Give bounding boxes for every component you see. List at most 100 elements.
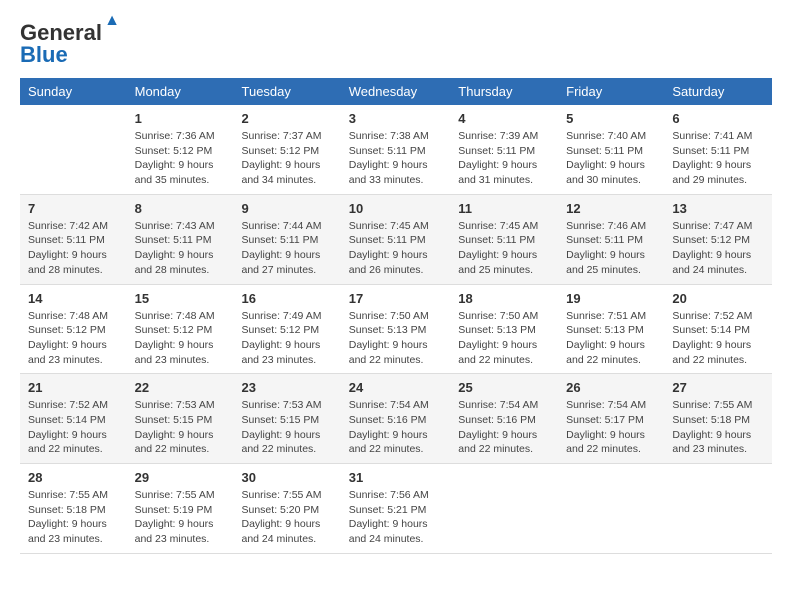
day-info: Sunrise: 7:51 AMSunset: 5:13 PMDaylight:… (566, 309, 656, 368)
calendar-cell: 31Sunrise: 7:56 AMSunset: 5:21 PMDayligh… (341, 464, 451, 554)
day-number: 17 (349, 291, 443, 306)
day-number: 13 (672, 201, 764, 216)
calendar-cell: 3 Sunrise: 7:38 AMSunset: 5:11 PMDaylight… (341, 105, 451, 194)
calendar-cell: 8 Sunrise: 7:43 AMSunset: 5:11 PMDaylight… (127, 194, 234, 284)
calendar-cell: 1Sunrise: 7:36 AMSunset: 5:12 PMDaylight… (127, 105, 234, 194)
day-info: Sunrise: 7:50 AMSunset: 5:13 PMDaylight:… (458, 309, 550, 368)
weekday-header: Wednesday (341, 78, 451, 105)
day-number: 24 (349, 380, 443, 395)
day-info: Sunrise: 7:52 AMSunset: 5:14 PMDaylight:… (672, 309, 764, 368)
day-number: 20 (672, 291, 764, 306)
day-number: 6 (672, 111, 764, 126)
weekday-header: Saturday (664, 78, 772, 105)
calendar-cell: 24 Sunrise: 7:54 AMSunset: 5:16 PMDayligh… (341, 374, 451, 464)
calendar-cell: 28 Sunrise: 7:55 AMSunset: 5:18 PMDayligh… (20, 464, 127, 554)
day-number: 26 (566, 380, 656, 395)
day-number: 21 (28, 380, 119, 395)
calendar-table: SundayMondayTuesdayWednesdayThursdayFrid… (20, 78, 772, 554)
calendar-cell: 16Sunrise: 7:49 AMSunset: 5:12 PMDayligh… (234, 284, 341, 374)
day-info: Sunrise: 7:47 AMSunset: 5:12 PMDaylight:… (672, 219, 764, 278)
calendar-cell: 19 Sunrise: 7:51 AMSunset: 5:13 PMDayligh… (558, 284, 664, 374)
day-number: 22 (135, 380, 226, 395)
day-info: Sunrise: 7:53 AMSunset: 5:15 PMDaylight:… (135, 398, 226, 457)
day-number: 2 (242, 111, 333, 126)
calendar-header-row: SundayMondayTuesdayWednesdayThursdayFrid… (20, 78, 772, 105)
calendar-cell: 30 Sunrise: 7:55 AMSunset: 5:20 PMDayligh… (234, 464, 341, 554)
day-info: Sunrise: 7:53 AMSunset: 5:15 PMDaylight:… (242, 398, 333, 457)
day-number: 23 (242, 380, 333, 395)
day-number: 25 (458, 380, 550, 395)
day-info: Sunrise: 7:42 AMSunset: 5:11 PMDaylight:… (28, 219, 119, 278)
logo-general: General (20, 20, 102, 45)
logo-bird-icon: ▲ (104, 12, 120, 30)
day-info: Sunrise: 7:45 AMSunset: 5:11 PMDaylight:… (458, 219, 550, 278)
day-number: 5 (566, 111, 656, 126)
calendar-cell: 15Sunrise: 7:48 AMSunset: 5:12 PMDayligh… (127, 284, 234, 374)
day-number: 7 (28, 201, 119, 216)
calendar-week-row: 7 Sunrise: 7:42 AMSunset: 5:11 PMDaylight… (20, 194, 772, 284)
calendar-cell: 5Sunrise: 7:40 AMSunset: 5:11 PMDaylight… (558, 105, 664, 194)
weekday-header: Thursday (450, 78, 558, 105)
calendar-cell: 14Sunrise: 7:48 AMSunset: 5:12 PMDayligh… (20, 284, 127, 374)
calendar-week-row: 21Sunrise: 7:52 AMSunset: 5:14 PMDayligh… (20, 374, 772, 464)
day-number: 27 (672, 380, 764, 395)
calendar-cell: 17 Sunrise: 7:50 AMSunset: 5:13 PMDayligh… (341, 284, 451, 374)
day-info: Sunrise: 7:37 AMSunset: 5:12 PMDaylight:… (242, 129, 333, 188)
weekday-header: Friday (558, 78, 664, 105)
calendar-cell: 10 Sunrise: 7:45 AMSunset: 5:11 PMDayligh… (341, 194, 451, 284)
day-info: Sunrise: 7:48 AMSunset: 5:12 PMDaylight:… (28, 309, 119, 368)
logo: General ▲ Blue (20, 20, 102, 68)
day-info: Sunrise: 7:44 AMSunset: 5:11 PMDaylight:… (242, 219, 333, 278)
calendar-cell: 23 Sunrise: 7:53 AMSunset: 5:15 PMDayligh… (234, 374, 341, 464)
day-info: Sunrise: 7:55 AMSunset: 5:18 PMDaylight:… (672, 398, 764, 457)
calendar-cell: 2 Sunrise: 7:37 AMSunset: 5:12 PMDaylight… (234, 105, 341, 194)
calendar-cell (450, 464, 558, 554)
day-number: 28 (28, 470, 119, 485)
day-info: Sunrise: 7:48 AMSunset: 5:12 PMDaylight:… (135, 309, 226, 368)
calendar-cell: 18Sunrise: 7:50 AMSunset: 5:13 PMDayligh… (450, 284, 558, 374)
day-info: Sunrise: 7:36 AMSunset: 5:12 PMDaylight:… (135, 129, 226, 188)
day-number: 11 (458, 201, 550, 216)
calendar-cell: 26 Sunrise: 7:54 AMSunset: 5:17 PMDayligh… (558, 374, 664, 464)
day-info: Sunrise: 7:50 AMSunset: 5:13 PMDaylight:… (349, 309, 443, 368)
calendar-cell: 11 Sunrise: 7:45 AMSunset: 5:11 PMDayligh… (450, 194, 558, 284)
day-info: Sunrise: 7:55 AMSunset: 5:18 PMDaylight:… (28, 488, 119, 547)
day-number: 3 (349, 111, 443, 126)
calendar-cell: 22 Sunrise: 7:53 AMSunset: 5:15 PMDayligh… (127, 374, 234, 464)
calendar-cell: 6Sunrise: 7:41 AMSunset: 5:11 PMDaylight… (664, 105, 772, 194)
calendar-cell: 25 Sunrise: 7:54 AMSunset: 5:16 PMDayligh… (450, 374, 558, 464)
day-number: 30 (242, 470, 333, 485)
day-info: Sunrise: 7:54 AMSunset: 5:16 PMDaylight:… (349, 398, 443, 457)
calendar-week-row: 28 Sunrise: 7:55 AMSunset: 5:18 PMDayligh… (20, 464, 772, 554)
calendar-cell (20, 105, 127, 194)
day-info: Sunrise: 7:54 AMSunset: 5:16 PMDaylight:… (458, 398, 550, 457)
weekday-header: Tuesday (234, 78, 341, 105)
day-info: Sunrise: 7:39 AMSunset: 5:11 PMDaylight:… (458, 129, 550, 188)
calendar-cell: 27 Sunrise: 7:55 AMSunset: 5:18 PMDayligh… (664, 374, 772, 464)
day-info: Sunrise: 7:46 AMSunset: 5:11 PMDaylight:… (566, 219, 656, 278)
calendar-cell: 20 Sunrise: 7:52 AMSunset: 5:14 PMDayligh… (664, 284, 772, 374)
day-number: 10 (349, 201, 443, 216)
calendar-cell: 13 Sunrise: 7:47 AMSunset: 5:12 PMDayligh… (664, 194, 772, 284)
day-number: 19 (566, 291, 656, 306)
day-info: Sunrise: 7:43 AMSunset: 5:11 PMDaylight:… (135, 219, 226, 278)
day-info: Sunrise: 7:45 AMSunset: 5:11 PMDaylight:… (349, 219, 443, 278)
day-info: Sunrise: 7:49 AMSunset: 5:12 PMDaylight:… (242, 309, 333, 368)
calendar-cell (664, 464, 772, 554)
calendar-cell: 4Sunrise: 7:39 AMSunset: 5:11 PMDaylight… (450, 105, 558, 194)
calendar-week-row: 14Sunrise: 7:48 AMSunset: 5:12 PMDayligh… (20, 284, 772, 374)
calendar-cell: 29Sunrise: 7:55 AMSunset: 5:19 PMDayligh… (127, 464, 234, 554)
calendar-week-row: 1Sunrise: 7:36 AMSunset: 5:12 PMDaylight… (20, 105, 772, 194)
day-info: Sunrise: 7:55 AMSunset: 5:20 PMDaylight:… (242, 488, 333, 547)
day-info: Sunrise: 7:54 AMSunset: 5:17 PMDaylight:… (566, 398, 656, 457)
page-header: General ▲ Blue (20, 20, 772, 68)
calendar-cell: 12 Sunrise: 7:46 AMSunset: 5:11 PMDayligh… (558, 194, 664, 284)
calendar-cell (558, 464, 664, 554)
day-number: 29 (135, 470, 226, 485)
day-info: Sunrise: 7:56 AMSunset: 5:21 PMDaylight:… (349, 488, 443, 547)
day-number: 12 (566, 201, 656, 216)
calendar-cell: 9Sunrise: 7:44 AMSunset: 5:11 PMDaylight… (234, 194, 341, 284)
weekday-header: Sunday (20, 78, 127, 105)
day-number: 8 (135, 201, 226, 216)
day-info: Sunrise: 7:38 AMSunset: 5:11 PMDaylight:… (349, 129, 443, 188)
